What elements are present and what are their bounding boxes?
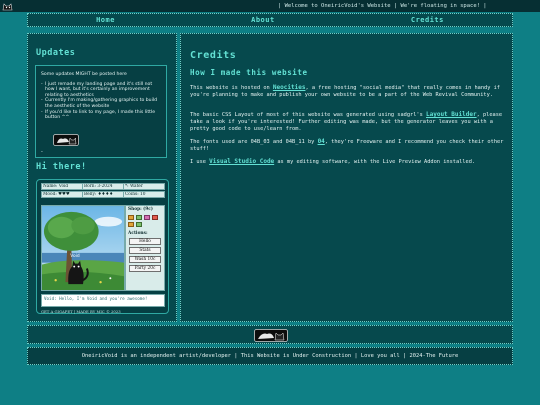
- food-item-icon[interactable]: [136, 222, 142, 227]
- main-nav: Home About Credits: [27, 13, 513, 27]
- hello-button[interactable]: Hello: [129, 238, 161, 245]
- welcome-marquee: | Welcome to OneiricVoid's Website | We'…: [278, 3, 487, 9]
- gigapet-widget: Name: Void Born: 3-2024 *: Water Mood: ♥…: [36, 179, 169, 314]
- text: as my editing software, with the Live Pr…: [274, 159, 476, 165]
- updates-intro: Some updates MIGHT be posted here: [41, 72, 127, 77]
- paragraph-hosting: This website is hosted on Neocities, a f…: [190, 84, 506, 99]
- update-item: Currently I'm making/gathering graphics …: [41, 98, 161, 109]
- stats-button[interactable]: Stats: [129, 247, 161, 254]
- pet-scene[interactable]: Void: [41, 205, 125, 291]
- paragraph-layout: The basic CSS Layout of most of this web…: [190, 111, 506, 133]
- pet-belly: Belly: ♦♦♦♦: [83, 192, 124, 197]
- scroll-marker: -: [41, 149, 43, 155]
- main-content: Credits How I made this website This web…: [180, 33, 513, 322]
- site-button-image[interactable]: [53, 134, 79, 146]
- sidebar: Updates Some updates MIGHT be posted her…: [27, 33, 177, 322]
- pet-stats-row: Name: Void Born: 3-2024 *: Water: [41, 183, 165, 190]
- pet-mood: Mood: ♥♥♥: [42, 192, 83, 197]
- paragraph-editor: I use Visual Studio Code as my editing s…: [190, 158, 506, 166]
- top-marquee-bar: | Welcome to OneiricVoid's Website | We'…: [0, 0, 540, 12]
- button-strip: [27, 325, 513, 344]
- nav-home[interactable]: Home: [96, 16, 115, 24]
- pet-name: Name: Void: [42, 184, 83, 189]
- pet-stats-row: Mood: ♥♥♥ Belly: ♦♦♦♦ Coins: 10: [41, 191, 165, 198]
- vscode-link[interactable]: Visual Studio Code: [209, 158, 274, 165]
- pet-shop-panel: Shop: (9c) Actions: Hello Stats Wash 10c…: [125, 205, 165, 291]
- food-item-icon[interactable]: [136, 215, 142, 220]
- text: The fonts used are 04B_03 and 04B_11 by: [190, 139, 318, 145]
- pet-scene-name: Void: [70, 253, 80, 259]
- wash-button[interactable]: Wash 10c: [129, 256, 161, 263]
- hi-there-heading: Hi there!: [36, 162, 87, 172]
- pet-born: Born: 3-2024: [83, 184, 124, 189]
- shop-items: [128, 215, 162, 227]
- nav-about[interactable]: About: [251, 16, 275, 24]
- updates-heading: Updates: [36, 48, 76, 58]
- layout-builder-link[interactable]: Layout Builder: [426, 111, 477, 118]
- pet-speech: Void: Hello, I'm Void and you're awesome…: [41, 294, 165, 307]
- food-item-icon[interactable]: [144, 215, 150, 220]
- text: The basic CSS Layout of most of this web…: [190, 112, 426, 118]
- party-button[interactable]: Party 20c: [129, 265, 161, 272]
- section-heading: How I made this website: [190, 68, 308, 77]
- site-button-image[interactable]: [254, 329, 288, 342]
- food-item-icon[interactable]: [152, 215, 158, 220]
- cat-icon: [2, 3, 13, 11]
- pet-element: *: Water: [125, 184, 143, 189]
- text: I use: [190, 159, 210, 165]
- food-item-icon[interactable]: [128, 222, 134, 227]
- updates-box[interactable]: Some updates MIGHT be posted here I just…: [35, 65, 167, 158]
- neocities-link[interactable]: Neocities: [273, 84, 306, 91]
- site-footer: OneiricVoid is an independent artist/dev…: [27, 347, 513, 365]
- updates-list: I just remade my landing page and it's s…: [41, 82, 161, 121]
- paragraph-fonts: The fonts used are 04B_03 and 04B_11 by …: [190, 138, 506, 153]
- pet-coins: Coins: 10: [125, 192, 146, 197]
- actions-label: Actions:: [128, 231, 148, 236]
- update-item: If you'd like to link to my page, I made…: [41, 110, 161, 121]
- page-title: Credits: [190, 50, 237, 61]
- update-item: I just remade my landing page and it's s…: [41, 82, 161, 99]
- food-item-icon[interactable]: [128, 215, 134, 220]
- text: This website is hosted on: [190, 85, 273, 91]
- shop-label: Shop: (9c): [128, 207, 153, 212]
- fonts-04-link[interactable]: 04: [318, 138, 325, 145]
- gigapet-credit[interactable]: GET A GIGAPET | MADE BY MIC © 2023: [41, 309, 165, 314]
- nav-credits[interactable]: Credits: [411, 16, 444, 24]
